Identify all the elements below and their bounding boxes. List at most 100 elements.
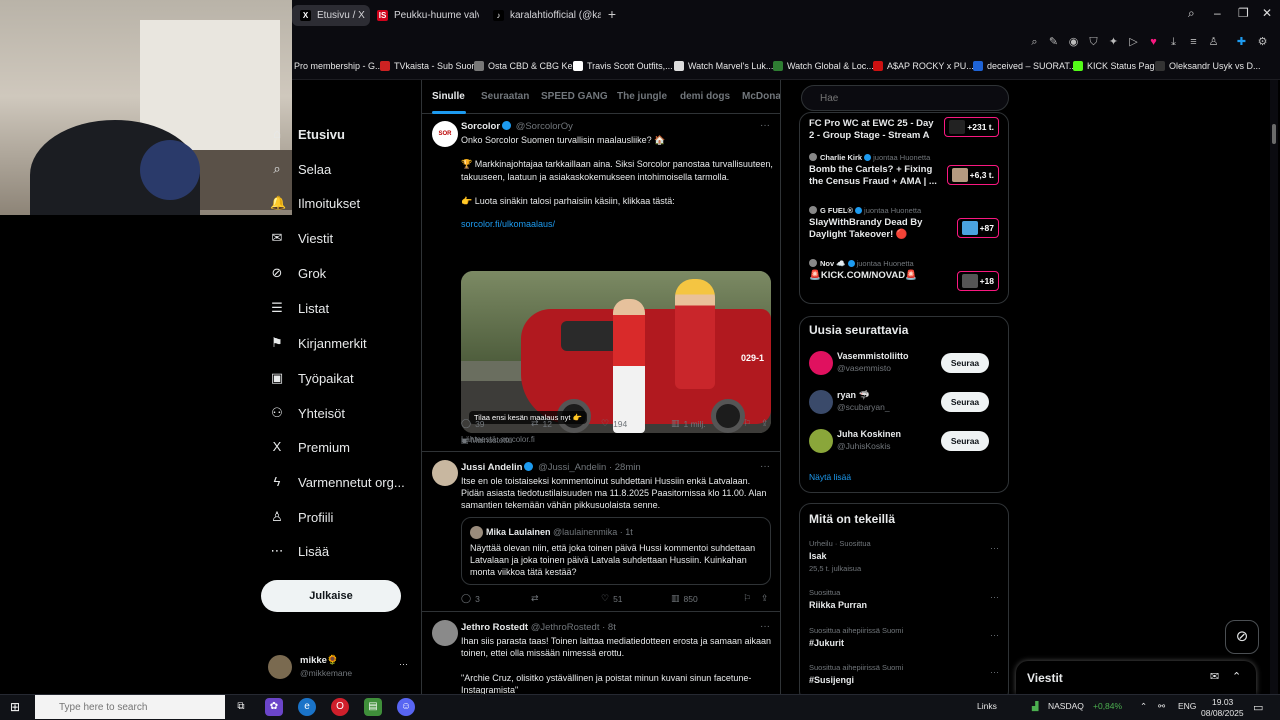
browser-tab[interactable]: ♪ karalahtiofficial (@karalahti... — [485, 5, 601, 26]
sidebar-item-grok[interactable]: ⊘ Grok — [270, 261, 327, 285]
quoted-tweet[interactable]: Mika Laulainen @laulainenmika · 1t Näytt… — [461, 517, 771, 585]
bookmark-item[interactable]: Travis Scott Outfits,... — [573, 61, 673, 71]
browser-tab[interactable]: X Etusivu / X — [292, 5, 370, 26]
search-input[interactable] — [801, 85, 1009, 111]
author-handle[interactable]: @JethroRostedt · 8t — [531, 622, 616, 633]
language-indicator[interactable]: ENG — [1178, 701, 1196, 711]
live-room-item[interactable]: G FUEL® juontaa Huonetta SlayWithBrandy De… — [809, 206, 999, 241]
feed-tab[interactable]: Sinulle — [432, 91, 465, 102]
page-scrollbar[interactable] — [1270, 80, 1278, 694]
zoom-icon[interactable]: ⌕ — [1028, 36, 1041, 49]
edit-icon[interactable]: ✎ — [1047, 36, 1060, 49]
account-switcher[interactable]: mikke🌻 @mikkemane ··· — [268, 653, 413, 681]
tweet-media[interactable]: 029-1 Tilaa ensi kesän maalaus nyt 👉 — [461, 271, 771, 433]
clock-date[interactable]: 08/08/2025 — [1201, 708, 1244, 718]
chevron-up-icon[interactable]: ⌃ — [1140, 701, 1147, 712]
network-icon[interactable]: ⚯ — [1158, 701, 1165, 712]
live-room-item[interactable]: Nov ☁️ juontaa Huonetta 🚨KICK.COM/NOVAD🚨 +1… — [809, 259, 999, 291]
reply-button[interactable]: ◯ 3 — [461, 593, 480, 604]
settings-icon[interactable]: ⚙ — [1256, 36, 1269, 49]
bookmark-item[interactable]: Pro membership - G... — [294, 61, 383, 71]
messages-dock[interactable]: Viestit ✉ ⌃ — [1016, 661, 1256, 694]
more-icon[interactable]: ··· — [399, 659, 408, 669]
trend-item[interactable]: Suosittua aihepiirissä Suomi #Susijengi ··… — [809, 663, 999, 685]
views-button[interactable]: ▥ 850 — [671, 593, 698, 604]
sidebar-item-ilmoitukset[interactable]: 🔔 Ilmoitukset — [270, 191, 360, 215]
heart-icon[interactable]: ♥ — [1147, 36, 1160, 49]
bookmark-button[interactable]: ⚐ — [743, 593, 751, 604]
new-tab-button[interactable]: + — [604, 6, 620, 22]
sidebar-item-profiili[interactable]: ♙ Profiili — [270, 505, 333, 529]
compose-message-icon[interactable]: ✉ — [1210, 670, 1219, 683]
feed-tab[interactable]: SPEED GANG — [541, 91, 608, 102]
links-toolbar[interactable]: Links — [977, 701, 997, 711]
notifications-icon[interactable]: ▭ — [1253, 701, 1263, 714]
chevron-up-icon[interactable]: ⌃ — [1232, 670, 1241, 683]
tweet-link[interactable]: sorcolor.fi/ulkomaalaus/ — [461, 218, 773, 230]
sidebar-item-listat[interactable]: ☰ Listat — [270, 296, 329, 320]
windows-start-icon[interactable]: ⊞ — [10, 700, 24, 714]
sidebar-item-selaa[interactable]: ⌕ Selaa — [270, 157, 331, 181]
follow-suggestion[interactable]: Vasemmistoliitto @vasemmisto Seuraa — [809, 349, 999, 377]
account-icon[interactable]: ♙ — [1207, 36, 1220, 49]
sidebar-item-työpaikat[interactable]: ▣ Työpaikat — [270, 366, 354, 390]
follow-suggestion[interactable]: Juha Koskinen @JuhisKoskis Seuraa — [809, 427, 999, 455]
sidebar-item-lisää[interactable]: ⋯ Lisää — [270, 539, 330, 563]
edge-icon[interactable]: e — [298, 698, 316, 716]
more-icon[interactable]: ··· — [990, 630, 999, 640]
bookmark-item[interactable]: deceived – SUORAT... — [973, 61, 1076, 71]
taskbar-search-input[interactable] — [35, 695, 225, 719]
feed-tab[interactable]: demi dogs — [680, 91, 730, 102]
author-name[interactable]: Sorcolor — [461, 121, 500, 132]
opera-icon[interactable]: O — [331, 698, 349, 716]
sidebar-item-varmennetut-org-[interactable]: ϟ Varmennetut org... — [270, 470, 405, 494]
more-icon[interactable]: ··· — [760, 120, 770, 131]
sidebar-item-yhteisöt[interactable]: ⚇ Yhteisöt — [270, 401, 345, 425]
more-icon[interactable]: ··· — [760, 621, 770, 632]
sidebar-item-kirjanmerkit[interactable]: ⚑ Kirjanmerkit — [270, 331, 366, 355]
follow-button[interactable]: Seuraa — [941, 431, 989, 451]
clock-time[interactable]: 19.03 — [1212, 697, 1233, 707]
more-icon[interactable]: ··· — [990, 592, 999, 602]
browser-tab[interactable]: IS Peukku-huume valvottaa — [369, 5, 479, 26]
feed-tab[interactable]: Seuraatan — [481, 91, 529, 102]
sidebar-item-premium[interactable]: X Premium — [270, 435, 350, 459]
trend-item[interactable]: Suosittua Riikka Purran ··· — [809, 588, 999, 610]
trend-item[interactable]: Urheilu · Suosittua Isak 25,5 t. julkaisua… — [809, 539, 999, 573]
follow-suggestion[interactable]: ryan 🦈 @scubaryan_ Seuraa — [809, 388, 999, 416]
live-room-item[interactable]: FC Pro WC at EWC 25 - Day 2 - Group Stag… — [809, 115, 999, 142]
show-more-link[interactable]: Näytä lisää — [809, 472, 851, 482]
aria-icon[interactable]: ✚ — [1235, 36, 1248, 49]
author-handle[interactable]: @SorcolorOy — [516, 121, 573, 132]
bookmark-button[interactable]: ⚐ — [743, 418, 751, 429]
tweet[interactable]: Jethro Rostedt @JethroRostedt · 8t ··· I… — [422, 612, 780, 694]
repost-button[interactable]: ⇄ 12 — [531, 418, 552, 429]
views-button[interactable]: ▥ 1 milj. — [671, 418, 706, 429]
extension-icon[interactable]: ✦ — [1107, 36, 1120, 49]
bookmark-item[interactable]: A$AP ROCKY x PU... — [873, 61, 974, 71]
like-button[interactable]: ♡ 194 — [601, 418, 627, 429]
more-icon[interactable]: ··· — [760, 461, 770, 472]
follow-button[interactable]: Seuraa — [941, 353, 989, 373]
bookmark-item[interactable]: KICK Status Page — [1073, 61, 1160, 71]
shield-icon[interactable]: ⛉ — [1087, 36, 1100, 49]
author-handle[interactable]: @Jussi_Andelin · 28min — [538, 462, 641, 473]
bookmark-item[interactable]: Oleksandr Usyk vs D... — [1155, 61, 1261, 71]
trend-item[interactable]: Suosittua aihepiirissä Suomi #Jukurit ··· — [809, 626, 999, 648]
grok-button[interactable]: ⊘ — [1225, 620, 1259, 654]
discord-icon[interactable]: ☺ — [397, 698, 415, 716]
ticker-name[interactable]: NASDAQ — [1048, 701, 1084, 711]
author-name[interactable]: Jussi Andelin — [461, 462, 522, 473]
bookmark-item[interactable]: TVkaista - Sub Suora — [380, 61, 480, 71]
close-icon[interactable]: ✕ — [1262, 6, 1272, 20]
menu-icon[interactable]: ≡ — [1187, 36, 1200, 49]
play-icon[interactable]: ▷ — [1127, 36, 1140, 49]
minimize-icon[interactable]: – — [1214, 6, 1221, 20]
reply-button[interactable]: ◯ 39 — [461, 418, 485, 429]
follow-button[interactable]: Seuraa — [941, 392, 989, 412]
live-room-item[interactable]: Charlie Kirk juontaa Huonetta Bomb the Car… — [809, 153, 999, 188]
feed-tab[interactable]: McDonal — [742, 91, 780, 102]
feed-tab[interactable]: The jungle — [617, 91, 667, 102]
download-icon[interactable]: ⤓ — [1167, 36, 1180, 49]
more-icon[interactable]: ··· — [990, 543, 999, 553]
